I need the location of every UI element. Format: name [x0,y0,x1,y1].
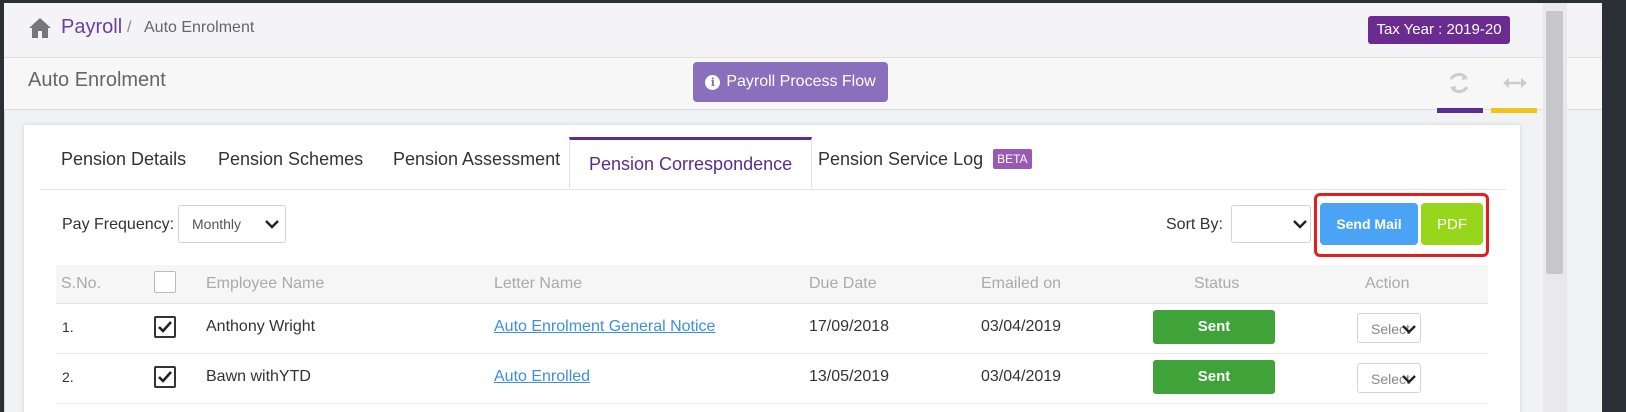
expand-accent-bar [1491,108,1537,113]
select-all-checkbox[interactable] [154,271,176,293]
page-title: Auto Enrolment [28,69,166,91]
breadcrumb-payroll-link[interactable]: Payroll [61,16,122,39]
pay-frequency-select[interactable]: Monthly [178,205,286,243]
tab-pension-service-log-label: Pension Service Log [818,149,984,169]
breadcrumb-separator: / [127,19,132,36]
refresh-icon[interactable] [1447,70,1471,96]
correspondence-panel: Pension Details Pension Schemes Pension … [24,125,1520,412]
refresh-accent-bar [1437,108,1483,113]
table-row: 1. Anthony Wright Auto Enrolment General… [56,304,1488,354]
status-badge: Sent [1153,310,1275,344]
vertical-scrollbar[interactable] [1543,3,1567,412]
column-header-action: Action [1365,275,1410,292]
row-due-date: 17/09/2018 [809,318,890,335]
chevron-down-icon [1402,325,1416,334]
tab-pension-correspondence[interactable]: Pension Correspondence [569,137,813,189]
table-row: 2. Bawn withYTD Auto Enrolled 13/05/2019… [56,354,1488,404]
chevron-down-icon [265,220,279,229]
row-letter-link[interactable]: Auto Enrolment General Notice [494,318,715,336]
column-header-sno: S.No. [61,275,102,292]
row-employee-name: Bawn withYTD [206,368,311,385]
checkmark-icon [158,321,172,333]
column-header-status: Status [1194,275,1240,292]
page-header: Auto Enrolment i Payroll Process Flow [4,58,1602,113]
row-employee-name: Anthony Wright [206,318,316,335]
payroll-process-flow-button[interactable]: i Payroll Process Flow [693,62,888,102]
sort-by-label: Sort By: [1166,216,1223,233]
sort-by-select[interactable] [1231,205,1311,243]
scrollbar-thumb[interactable] [1546,11,1563,274]
chevron-down-icon [1402,375,1416,384]
breadcrumb: Payroll / Auto Enrolment Tax Year : 2019… [4,3,1602,58]
checkmark-icon [158,371,172,383]
tab-pension-assessment[interactable]: Pension Assessment [393,149,560,170]
status-badge: Sent [1153,360,1275,394]
column-header-letter-name: Letter Name [494,275,583,292]
app-window: Payroll / Auto Enrolment Tax Year : 2019… [4,3,1602,412]
row-action-select[interactable]: Select [1357,313,1421,343]
tab-pension-service-log[interactable]: Pension Service Log BETA [818,149,1032,170]
row-action-select[interactable]: Select [1357,363,1421,393]
row-checkbox[interactable] [154,316,176,338]
tab-pension-schemes[interactable]: Pension Schemes [218,149,363,170]
pdf-button[interactable]: PDF [1421,203,1483,245]
row-emailed-on: 03/04/2019 [981,368,1062,385]
info-icon: i [705,74,721,90]
tab-bar: Pension Details Pension Schemes Pension … [40,125,1506,190]
send-mail-button[interactable]: Send Mail [1320,203,1418,245]
tab-pension-details[interactable]: Pension Details [61,149,186,170]
beta-badge: BETA [993,149,1032,169]
row-emailed-on: 03/04/2019 [981,318,1062,335]
tax-year-badge[interactable]: Tax Year : 2019-20 [1368,16,1510,44]
row-serial-number: 1. [62,319,74,335]
row-checkbox[interactable] [154,366,176,388]
row-serial-number: 2. [62,369,74,385]
row-due-date: 13/05/2019 [809,368,890,385]
expand-icon[interactable] [1501,70,1529,96]
home-icon[interactable] [28,17,52,39]
column-header-due-date: Due Date [809,275,877,292]
pay-frequency-label: Pay Frequency: [62,216,175,233]
breadcrumb-current: Auto Enrolment [144,19,255,36]
column-header-employee-name: Employee Name [206,275,325,292]
row-letter-link[interactable]: Auto Enrolled [494,368,590,386]
column-header-emailed-on: Emailed on [981,275,1062,292]
payroll-process-flow-label: Payroll Process Flow [726,73,876,90]
pay-frequency-value: Monthly [192,216,242,232]
chevron-down-icon [1293,220,1307,229]
table-header: S.No. Employee Name Letter Name Due Date… [56,265,1488,304]
